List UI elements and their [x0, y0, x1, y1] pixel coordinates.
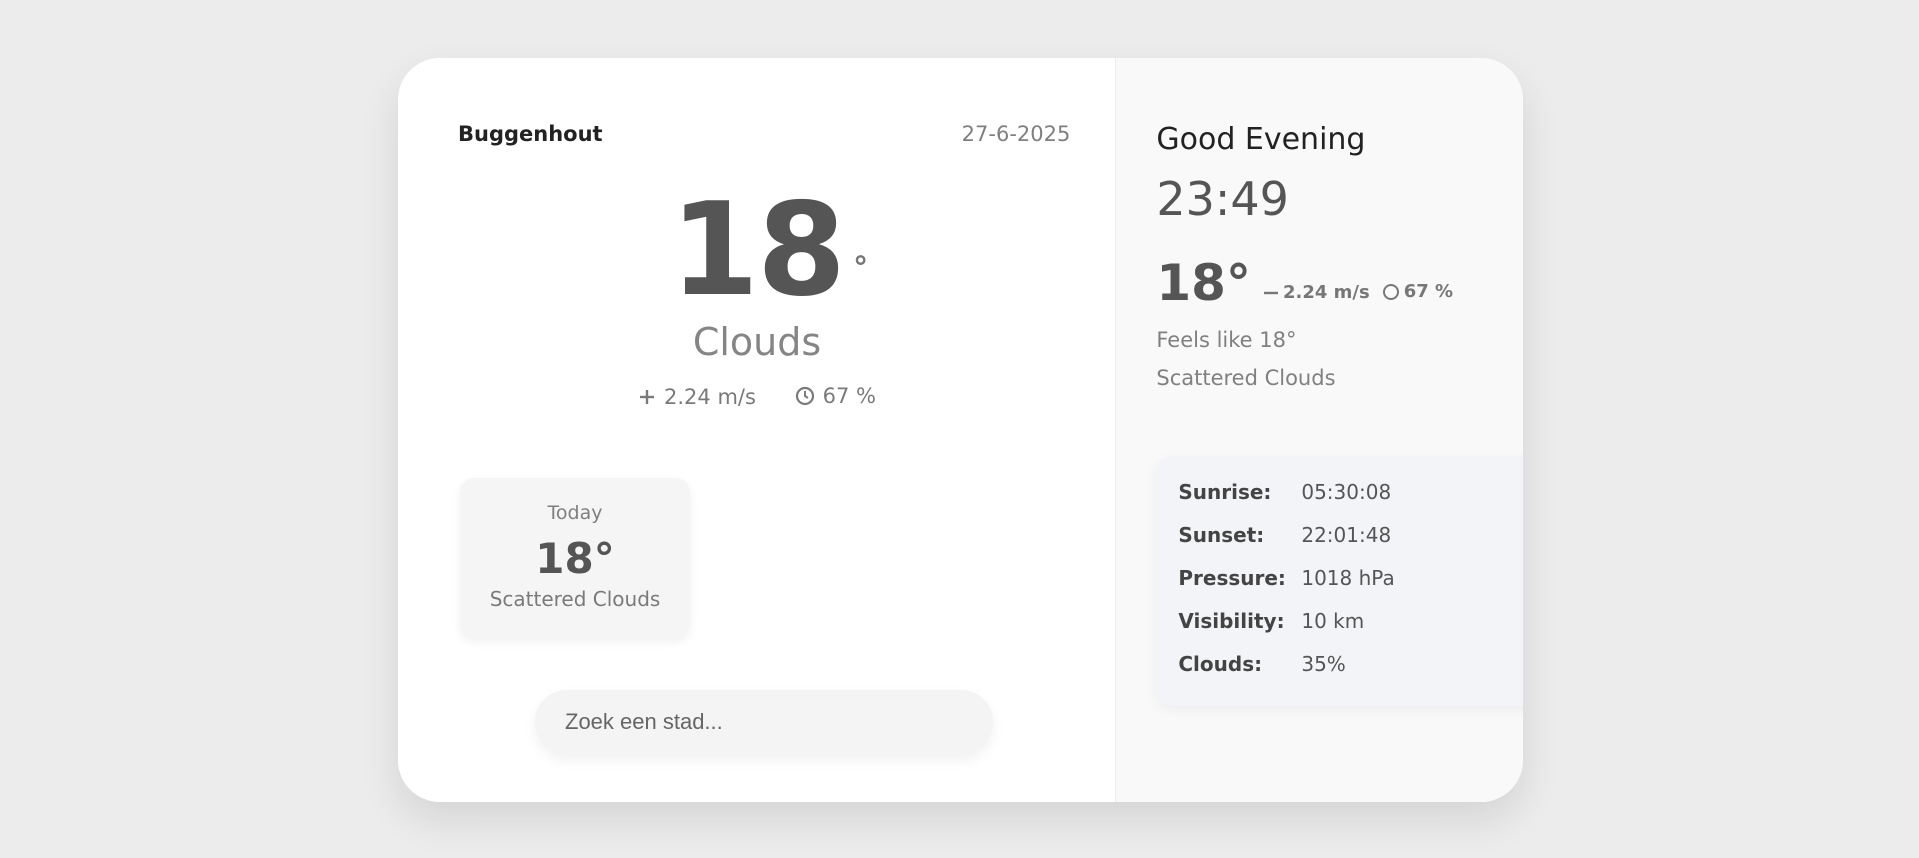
sidebar-temperature: 18° — [1156, 254, 1251, 312]
forecast-temperature: 18° — [535, 534, 615, 583]
wind-value: 2.24 m/s — [664, 385, 756, 409]
city-search-input[interactable] — [535, 690, 993, 754]
detail-key: Clouds: — [1178, 652, 1263, 676]
detail-key: Pressure: — [1178, 566, 1286, 590]
main-panel: Buggenhout 27-6-2025 18 ° Clouds 2.24 m/… — [398, 58, 1116, 802]
weather-details-panel: Sunrise: 05:30:08 Sunset: 22:01:48 Press… — [1156, 456, 1523, 706]
current-temperature-value: 18 — [669, 176, 846, 325]
sidebar-description: Scattered Clouds — [1156, 366, 1336, 390]
current-temperature: 18 ° — [669, 176, 868, 326]
detail-value: 10 km — [1301, 609, 1365, 633]
wind-icon — [1263, 291, 1278, 295]
sidebar-wind-info: 2.24 m/s — [1263, 282, 1370, 303]
forecast-description: Scattered Clouds — [489, 587, 661, 611]
forecast-day-label: Today — [547, 502, 603, 524]
detail-value: 22:01:48 — [1301, 523, 1392, 547]
detail-row-visibility: Visibility: 10 km — [1178, 609, 1364, 633]
wind-icon — [640, 390, 655, 404]
detail-value: 05:30:08 — [1301, 480, 1392, 504]
city-name: Buggenhout — [458, 122, 603, 146]
forecast-card-today[interactable]: Today 18° Scattered Clouds — [460, 478, 690, 638]
weather-card: Buggenhout 27-6-2025 18 ° Clouds 2.24 m/… — [398, 58, 1523, 802]
current-temperature-wrap: 18 ° — [398, 176, 1116, 326]
current-meta: 2.24 m/s 67 % — [398, 384, 1116, 411]
sidebar-panel: Good Evening 23:49 18° 2.24 m/s 67 % Fee… — [1115, 58, 1523, 802]
detail-row-clouds: Clouds: 35% — [1178, 652, 1345, 676]
current-condition: Clouds — [692, 320, 822, 364]
sidebar-humidity-info: 67 % — [1382, 281, 1453, 302]
detail-key: Sunset: — [1178, 523, 1265, 547]
sidebar-temperature-row: 18° 2.24 m/s 67 % — [1156, 254, 1453, 312]
detail-key: Visibility: — [1178, 609, 1285, 633]
current-time: 23:49 — [1156, 172, 1289, 226]
detail-row-pressure: Pressure: 1018 hPa — [1178, 566, 1394, 590]
humidity-icon — [1382, 284, 1399, 300]
detail-value: 35% — [1301, 652, 1346, 676]
greeting-text: Good Evening — [1156, 122, 1366, 157]
sidebar-humidity-value: 67 % — [1403, 280, 1454, 302]
wind-info: 2.24 m/s — [638, 385, 756, 409]
humidity-info: 67 % — [795, 384, 876, 408]
feels-like-text: Feels like 18° — [1156, 328, 1297, 352]
date-label: 27-6-2025 — [961, 122, 1071, 146]
detail-key: Sunrise: — [1178, 480, 1272, 504]
detail-row-sunrise: Sunrise: 05:30:08 — [1178, 480, 1391, 504]
humidity-icon — [795, 386, 814, 406]
detail-value: 1018 hPa — [1301, 566, 1395, 590]
humidity-value: 67 % — [822, 384, 876, 408]
detail-row-sunset: Sunset: 22:01:48 — [1178, 523, 1391, 547]
sidebar-wind-value: 2.24 m/s — [1282, 281, 1370, 303]
